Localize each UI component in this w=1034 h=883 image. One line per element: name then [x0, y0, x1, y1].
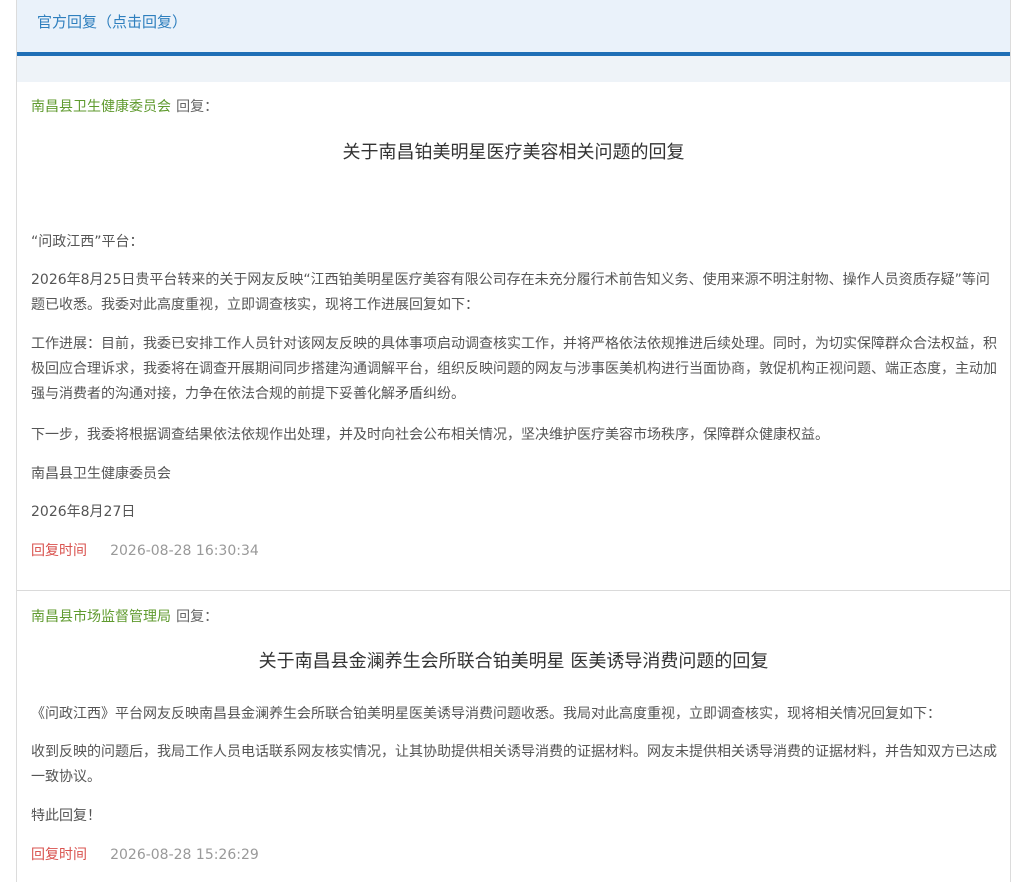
reply-org-suffix: 回复： — [176, 99, 219, 115]
reply-time-row: 回复时间 2026-08-28 16:30:34 — [31, 540, 259, 560]
reply-paragraph: 工作进展：目前，我委已安排工作人员针对该网友反映的具体事项启动调查核实工作，并将… — [31, 336, 997, 402]
reply-time-label: 回复时间 — [31, 847, 87, 863]
reply-org-suffix: 回复： — [176, 609, 219, 625]
reply-date: 2026年8月27日 — [31, 504, 136, 520]
reply-panel: 官方回复（点击回复） 南昌县卫生健康委员会 回复： 关于南昌铂美明星医疗美容相关… — [16, 0, 1011, 882]
reply-card: 南昌县卫生健康委员会 回复： 关于南昌铂美明星医疗美容相关问题的回复 “问政江西… — [17, 82, 1010, 590]
reply-org-line: 南昌县卫生健康委员会 回复： — [31, 96, 218, 116]
reply-paragraph: 2026年8月25日贵平台转来的关于网友反映“江西铂美明星医疗美容有限公司存在未… — [31, 272, 990, 313]
reply-time-value: 2026-08-28 15:26:29 — [110, 847, 259, 863]
reply-paragraph: 特此回复！ — [31, 808, 101, 824]
reply-headline: 关于南昌铂美明星医疗美容相关问题的回复 — [342, 142, 685, 163]
reply-org[interactable]: 南昌县卫生健康委员会 — [31, 99, 171, 115]
reply-paragraph: 《问政江西》平台网友反映南昌县金澜养生会所联合铂美明星医美诱导消费问题收悉。我局… — [31, 706, 941, 722]
reply-card: 南昌县市场监督管理局 回复： 关于南昌县金澜养生会所联合铂美明星 医美诱导消费问… — [17, 590, 1010, 883]
reply-paragraph: 下一步，我委将根据调查结果依法依规作出处理，并及时向社会公布相关情况，坚决维护医… — [31, 427, 829, 443]
reply-time-row: 回复时间 2026-08-28 15:26:29 — [31, 844, 259, 864]
reply-paragraph: 收到反映的问题后，我局工作人员电话联系网友核实情况，让其协助提供相关诱导消费的证… — [31, 744, 997, 785]
official-reply-header: 官方回复（点击回复） — [17, 0, 1010, 56]
reply-paragraph: “问政江西”平台： — [31, 234, 144, 250]
reply-headline: 关于南昌县金澜养生会所联合铂美明星 医美诱导消费问题的回复 — [258, 651, 769, 672]
header-band — [17, 56, 1010, 82]
reply-time-value: 2026-08-28 16:30:34 — [110, 543, 259, 559]
official-reply-link[interactable]: 官方回复（点击回复） — [37, 11, 187, 32]
reply-signature: 南昌县卫生健康委员会 — [31, 466, 171, 482]
reply-time-label: 回复时间 — [31, 543, 87, 559]
reply-org[interactable]: 南昌县市场监督管理局 — [31, 609, 171, 625]
reply-org-line: 南昌县市场监督管理局 回复： — [31, 606, 218, 626]
